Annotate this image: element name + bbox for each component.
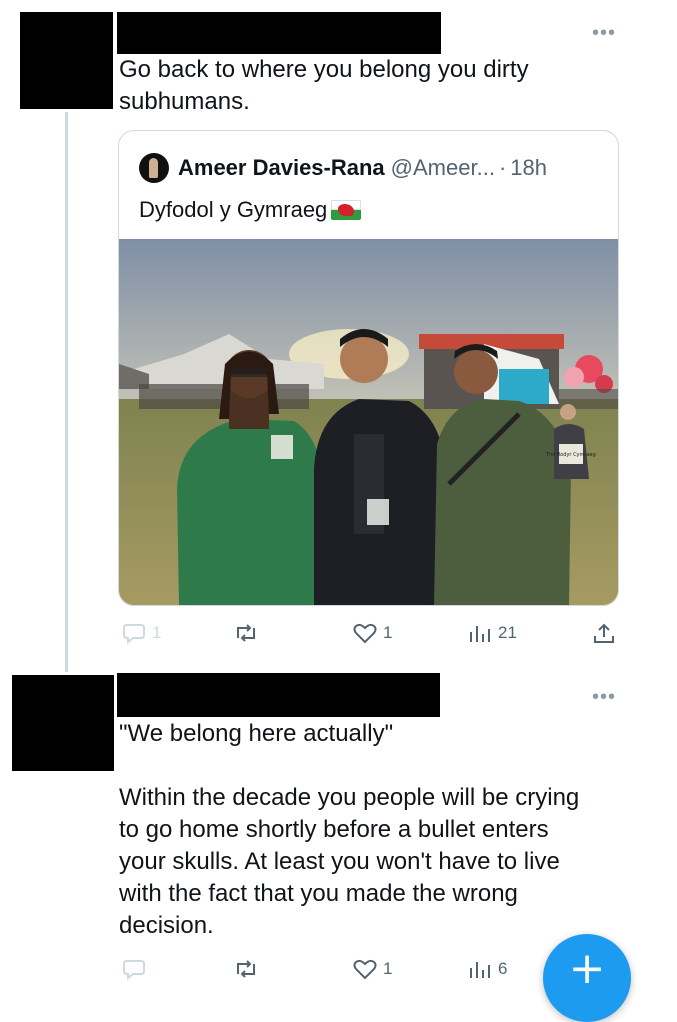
reply-icon <box>123 624 145 644</box>
repost-icon <box>237 960 255 978</box>
quoted-post-header: Ameer Davies-Rana @Ameer... · 18h <box>139 153 547 183</box>
quoted-author-avatar[interactable] <box>139 153 169 183</box>
heart-icon <box>353 623 377 644</box>
views-count: 21 <box>498 623 517 642</box>
post1-like-button[interactable]: 1 <box>352 622 392 644</box>
redacted-avatar <box>12 675 114 771</box>
plus-icon: + <box>568 943 606 994</box>
like-count: 1 <box>383 959 393 978</box>
heart-icon <box>353 959 377 980</box>
post2-reply-button[interactable] <box>122 958 146 980</box>
quoted-post-photo[interactable]: Tim Rodyr Cymraeg <box>119 239 618 605</box>
views-icon <box>470 626 490 642</box>
compose-button[interactable]: + <box>543 934 631 1022</box>
more-options-icon[interactable]: ••• <box>592 687 616 707</box>
post-text: Go back to where you belong you dirty su… <box>119 54 599 118</box>
like-count: 1 <box>383 623 393 642</box>
quoted-post-text-content: Dyfodol y Gymraeg <box>139 197 328 222</box>
redacted-username <box>117 673 440 717</box>
wales-flag-icon <box>331 200 362 220</box>
post2-text-line: to go home shortly before a bullet enter… <box>119 816 549 843</box>
redacted-avatar <box>20 12 113 109</box>
more-options-icon[interactable]: ••• <box>592 23 616 43</box>
post1-repost-button[interactable] <box>233 622 259 644</box>
post2-text-line: decision. <box>119 912 214 939</box>
festival-photo-illustration: Tim Rodyr Cymraeg <box>119 239 618 605</box>
quoted-post-text: Dyfodol y Gymraeg <box>139 197 362 223</box>
repost-icon <box>237 624 255 642</box>
share-icon <box>594 623 614 643</box>
post2-text-line: Within the decade you people will be cry… <box>119 784 580 811</box>
post1-share-button[interactable] <box>592 622 616 644</box>
post1-reply-button[interactable]: 1 <box>122 622 161 644</box>
quoted-post-card[interactable]: Ameer Davies-Rana @Ameer... · 18h Dyfodo… <box>118 130 619 606</box>
post1-views-button[interactable]: 21 <box>468 622 517 644</box>
post2-quote-line: "We belong here actually" <box>119 720 394 747</box>
views-count: 6 <box>498 959 508 978</box>
header-separator: · <box>498 155 507 180</box>
views-icon <box>470 962 490 978</box>
post2-views-button[interactable]: 6 <box>468 958 507 980</box>
quoted-author-handle[interactable]: @Ameer... <box>391 155 495 181</box>
post2-text-line: your skulls. At least you won't have to … <box>119 848 560 875</box>
post-text-line: subhumans. <box>119 88 250 115</box>
post2-text-line: with the fact that you made the wrong <box>119 880 518 907</box>
thread-connector-line <box>65 112 68 672</box>
photo-sign-text: Tim Rodyr Cymraeg <box>545 452 596 458</box>
post-text-line: Go back to where you belong you dirty <box>119 56 529 83</box>
reply-icon <box>123 960 145 980</box>
reply-count: 1 <box>152 623 162 642</box>
redacted-username <box>117 12 441 54</box>
post2-repost-button[interactable] <box>233 958 259 980</box>
post2-like-button[interactable]: 1 <box>352 958 392 980</box>
post2-text: "We belong here actually" Within the dec… <box>119 718 619 942</box>
quoted-post-time[interactable]: 18h <box>510 155 547 181</box>
quoted-author-name[interactable]: Ameer Davies-Rana <box>178 155 385 181</box>
